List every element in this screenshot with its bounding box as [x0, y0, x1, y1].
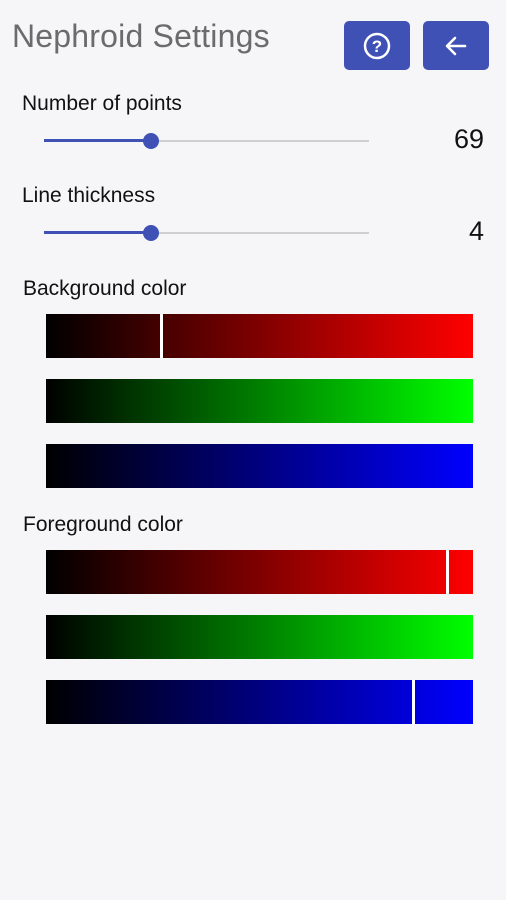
points-value: 69	[453, 124, 484, 154]
slider-thumb[interactable]	[143, 133, 160, 149]
svg-text:?: ?	[372, 37, 382, 56]
foreground-green-slider[interactable]	[46, 615, 473, 659]
help-button[interactable]: ?	[344, 21, 410, 70]
background-green-slider[interactable]	[46, 379, 473, 423]
thickness-label: Line thickness	[22, 184, 156, 207]
background-red-slider[interactable]	[46, 314, 473, 358]
slider-marker[interactable]	[411, 680, 415, 724]
slider-fill	[44, 231, 152, 234]
background-blue-slider[interactable]	[46, 444, 473, 488]
thickness-value: 4	[468, 216, 484, 246]
points-slider[interactable]	[44, 129, 369, 153]
slider-marker[interactable]	[159, 314, 163, 358]
background-color-label: Background color	[23, 277, 187, 300]
slider-thumb[interactable]	[143, 225, 160, 241]
slider-fill	[44, 139, 152, 142]
back-button[interactable]	[423, 21, 489, 70]
foreground-blue-slider[interactable]	[46, 680, 473, 724]
page-title: Nephroid Settings	[12, 18, 270, 54]
arrow-left-icon	[445, 36, 467, 55]
thickness-slider[interactable]	[44, 221, 369, 245]
help-circle-icon: ?	[363, 32, 391, 59]
slider-marker[interactable]	[445, 550, 449, 594]
points-label: Number of points	[22, 92, 182, 115]
foreground-color-label: Foreground color	[23, 513, 183, 536]
foreground-red-slider[interactable]	[46, 550, 473, 594]
